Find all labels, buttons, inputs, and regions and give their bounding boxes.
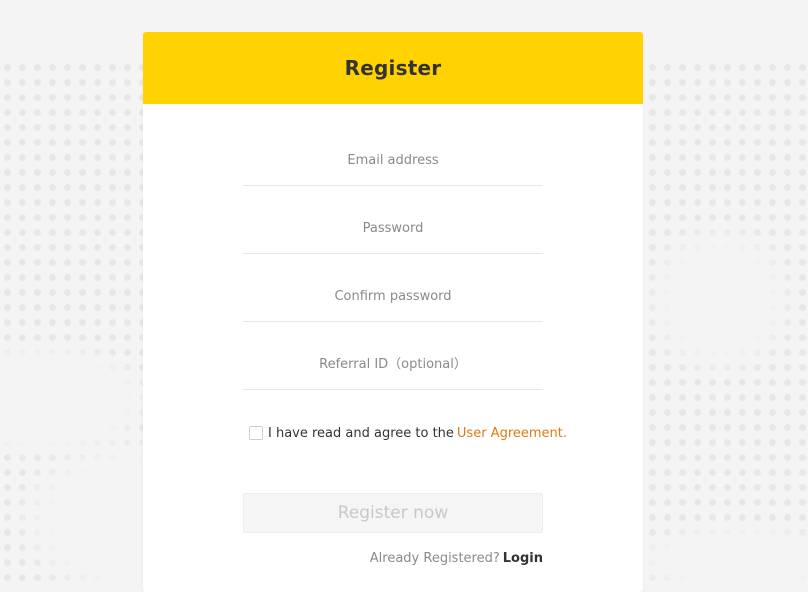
confirm-password-field-wrapper [243, 272, 543, 340]
card-header: Register [143, 32, 643, 104]
register-form [243, 136, 543, 408]
user-agreement-link[interactable]: User Agreement. [457, 426, 567, 441]
referral-field-wrapper [243, 340, 543, 408]
agreement-checkbox[interactable] [249, 426, 263, 440]
agreement-row: I have read and agree to the User Agreem… [249, 424, 567, 442]
confirm-password-field[interactable] [243, 272, 543, 322]
password-field[interactable] [243, 204, 543, 254]
email-field[interactable] [243, 136, 543, 186]
email-field-wrapper [243, 136, 543, 204]
register-now-button[interactable]: Register now [243, 493, 543, 533]
referral-id-field[interactable] [243, 340, 543, 390]
page-title: Register [344, 56, 442, 80]
password-field-wrapper [243, 204, 543, 272]
already-registered-text: Already Registered? [369, 551, 500, 566]
agreement-text: I have read and agree to the [268, 425, 454, 441]
login-link[interactable]: Login [503, 551, 543, 566]
register-card: Register I have read and agree to the Us… [143, 32, 643, 592]
login-prompt: Already Registered? Login [370, 551, 543, 566]
